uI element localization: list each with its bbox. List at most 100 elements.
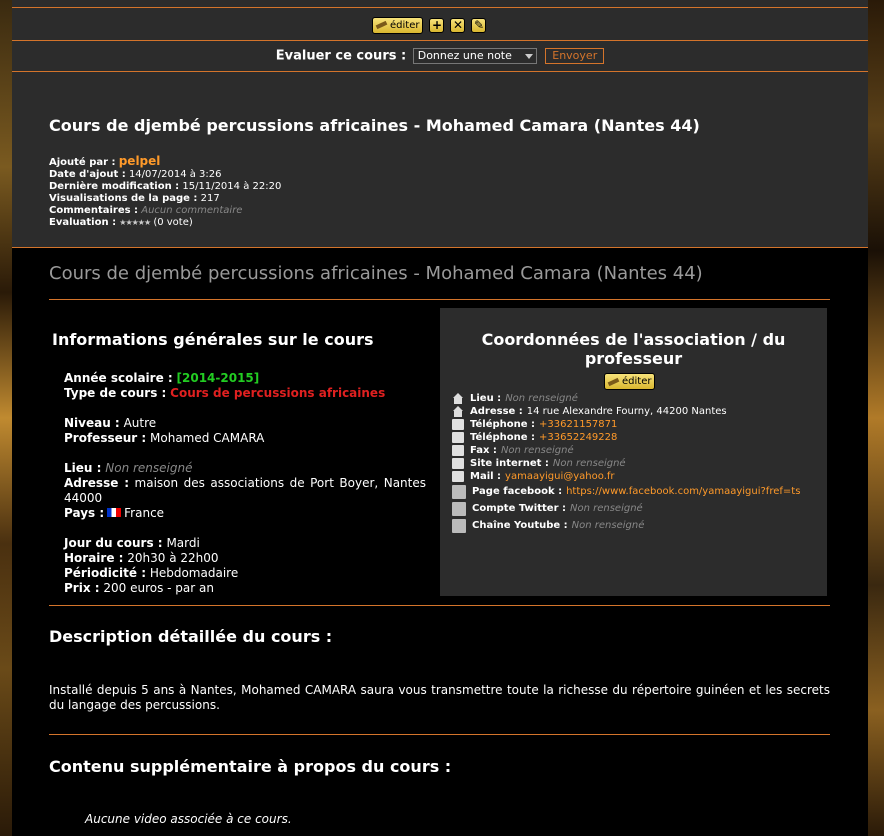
course-meta: Ajouté par : pelpel Date d'ajout : 14/07… — [49, 155, 281, 229]
contact-edit-label: éditer — [622, 376, 652, 387]
divider — [49, 734, 830, 735]
youtube-value: Non renseigné — [571, 520, 645, 531]
evaluation-label: Evaluation : — [49, 217, 117, 228]
edit-button-label: éditer — [390, 19, 420, 31]
phone-icon — [452, 419, 464, 430]
rating-select[interactable]: Donnez une note — [412, 48, 537, 64]
phone1-label: Téléphone : — [470, 419, 536, 430]
author-link[interactable]: pelpel — [119, 154, 161, 168]
views-value: 217 — [200, 193, 220, 204]
twitter-value: Non renseigné — [569, 503, 643, 514]
france-flag-icon — [107, 508, 122, 517]
price-label: Prix : — [64, 581, 100, 595]
mail-label: Mail : — [470, 471, 502, 482]
divider — [49, 299, 830, 300]
divider — [12, 40, 868, 41]
website-icon — [452, 458, 464, 469]
country-value: France — [124, 506, 165, 520]
address-label: Adresse : — [64, 476, 130, 490]
mail-icon — [452, 471, 464, 482]
type-label: Type de cours : — [64, 386, 167, 400]
contact-place-label: Lieu : — [470, 393, 502, 404]
contact-heading: Coordonnées de l'association / du profes… — [481, 330, 786, 368]
send-button[interactable]: Envoyer — [545, 48, 605, 64]
rating-select-value: Donnez une note — [417, 49, 512, 62]
phone1-link[interactable]: +33621157871 — [539, 418, 617, 431]
level-value: Autre — [123, 416, 157, 430]
phone-icon — [452, 432, 464, 443]
general-info: Année scolaire : [2014-2015] Type de cou… — [64, 371, 426, 596]
website-label: Site internet : — [470, 458, 549, 469]
edit-note-icon[interactable]: ✎ — [471, 17, 487, 33]
comments-label: Commentaires : — [49, 205, 139, 216]
phone2-link[interactable]: +33652249228 — [539, 431, 617, 444]
home-icon — [452, 406, 464, 417]
chevron-down-icon — [524, 54, 533, 59]
website-value: Non renseigné — [552, 458, 626, 469]
contact-place-value: Non renseigné — [505, 393, 578, 404]
toolbar: éditer + ✕ ✎ — [372, 15, 487, 35]
home-icon — [452, 393, 464, 404]
contact-edit-button[interactable]: éditer — [604, 373, 656, 390]
background-left — [0, 0, 12, 836]
edit-button[interactable]: éditer — [372, 16, 424, 34]
youtube-icon — [452, 518, 466, 533]
evaluation-votes: (0 vote) — [153, 217, 193, 228]
rating-row: Evaluer ce cours : Donnez une note Envoy… — [12, 48, 868, 64]
youtube-label: Chaîne Youtube : — [472, 520, 568, 531]
fax-value: Non renseigné — [500, 445, 574, 456]
place-value: Non renseigné — [105, 461, 193, 475]
no-video-message: Aucune video associée à ce cours. — [85, 812, 292, 826]
hours-label: Horaire : — [64, 551, 124, 565]
place-label: Lieu : — [64, 461, 102, 475]
background-right — [868, 0, 884, 836]
description-text: Installé depuis 5 ans à Nantes, Mohamed … — [49, 683, 830, 712]
close-icon[interactable]: ✕ — [450, 17, 466, 33]
twitter-icon — [452, 501, 466, 516]
rating-stars-icon: ★★★★★ — [119, 218, 151, 227]
periodicity-value: Hebdomadaire — [149, 566, 239, 580]
plus-icon[interactable]: + — [429, 17, 445, 33]
general-info-heading: Informations générales sur le cours — [52, 330, 374, 349]
fax-label: Fax : — [470, 445, 497, 456]
last-modified-label: Dernière modification : — [49, 181, 180, 192]
facebook-icon — [452, 484, 466, 499]
twitter-label: Compte Twitter : — [472, 503, 566, 514]
type-value[interactable]: Cours de percussions africaines — [170, 386, 385, 400]
date-added-value: 14/07/2014 à 3:26 — [128, 169, 222, 180]
teacher-value: Mohamed CAMARA — [150, 431, 265, 445]
year-value: [2014-2015] — [176, 371, 260, 385]
last-modified-value: 15/11/2014 à 22:20 — [182, 181, 282, 192]
page-content: éditer + ✕ ✎ Evaluer ce cours : Donnez u… — [12, 0, 868, 836]
pencil-icon — [608, 377, 620, 387]
level-label: Niveau : — [64, 416, 120, 430]
comments-value: Aucun commentaire — [141, 205, 243, 216]
contact-list: Lieu : Non renseigné Adresse :14 rue Alex… — [452, 392, 800, 534]
description-heading: Description détaillée du cours : — [49, 627, 333, 646]
rating-label: Evaluer ce cours : — [275, 48, 407, 64]
contact-address-label: Adresse : — [470, 406, 523, 417]
country-label: Pays : — [64, 506, 105, 520]
day-label: Jour du cours : — [64, 536, 163, 550]
day-value: Mardi — [166, 536, 200, 550]
phone2-label: Téléphone : — [470, 432, 536, 443]
divider — [12, 7, 868, 8]
divider — [12, 71, 868, 72]
pencil-icon — [376, 20, 388, 30]
extra-content-heading: Contenu supplémentaire à propos du cours… — [49, 757, 452, 776]
teacher-label: Professeur : — [64, 431, 147, 445]
hours-value: 20h30 à 22h00 — [127, 551, 219, 565]
contact-panel: Coordonnées de l'association / du profes… — [440, 308, 827, 596]
fax-icon — [452, 445, 464, 456]
facebook-link[interactable]: https://www.facebook.com/yamaayigui?fref… — [566, 485, 800, 498]
contact-address-value: 14 rue Alexandre Fourny, 44200 Nantes — [526, 406, 727, 417]
course-title: Cours de djembé percussions africaines -… — [49, 116, 700, 135]
price-value: 200 euros - par an — [103, 581, 214, 595]
periodicity-label: Périodicité : — [64, 566, 146, 580]
page-title: Cours de djembé percussions africaines -… — [49, 263, 703, 284]
mail-link[interactable]: yamaayigui@yahoo.fr — [505, 470, 614, 483]
date-added-label: Date d'ajout : — [49, 169, 126, 180]
course-header-panel: éditer + ✕ ✎ Evaluer ce cours : Donnez u… — [12, 0, 868, 248]
facebook-label: Page facebook : — [472, 486, 563, 497]
views-label: Visualisations de la page : — [49, 193, 198, 204]
